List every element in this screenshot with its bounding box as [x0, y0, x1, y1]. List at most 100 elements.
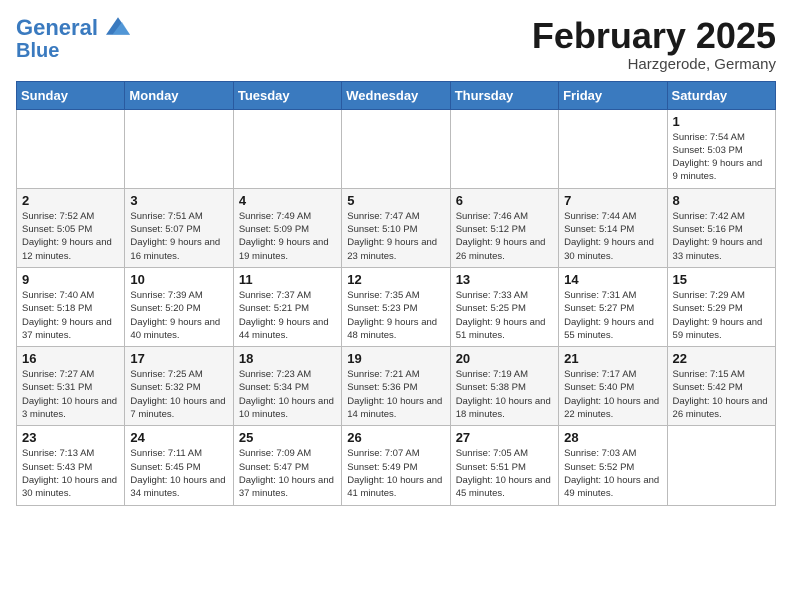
day-info: Sunrise: 7:13 AM Sunset: 5:43 PM Dayligh… — [22, 447, 119, 500]
calendar-cell: 28 Sunrise: 7:03 AM Sunset: 5:52 PM Dayli… — [559, 426, 667, 505]
day-number: 11 — [239, 272, 336, 287]
calendar-cell: 23 Sunrise: 7:13 AM Sunset: 5:43 PM Dayli… — [17, 426, 125, 505]
calendar-cell: 15 Sunrise: 7:29 AM Sunset: 5:29 PM Dayli… — [667, 267, 775, 346]
day-number: 18 — [239, 351, 336, 366]
weekday-header-wednesday: Wednesday — [342, 81, 450, 109]
day-info: Sunrise: 7:37 AM Sunset: 5:21 PM Dayligh… — [239, 289, 336, 342]
calendar-cell: 2Sunrise: 7:52 AM Sunset: 5:05 PM Daylig… — [17, 188, 125, 267]
logo: General Blue — [16, 16, 130, 62]
calendar-cell: 17 Sunrise: 7:25 AM Sunset: 5:32 PM Dayli… — [125, 347, 233, 426]
day-number: 27 — [456, 430, 553, 445]
day-info: Sunrise: 7:17 AM Sunset: 5:40 PM Dayligh… — [564, 368, 661, 421]
calendar-cell: 19 Sunrise: 7:21 AM Sunset: 5:36 PM Dayli… — [342, 347, 450, 426]
calendar-cell: 10 Sunrise: 7:39 AM Sunset: 5:20 PM Dayli… — [125, 267, 233, 346]
calendar-cell: 24Sunrise: 7:11 AM Sunset: 5:45 PM Dayli… — [125, 426, 233, 505]
day-number: 15 — [673, 272, 770, 287]
calendar-cell: 13Sunrise: 7:33 AM Sunset: 5:25 PM Dayli… — [450, 267, 558, 346]
day-info: Sunrise: 7:51 AM Sunset: 5:07 PM Dayligh… — [130, 210, 227, 263]
day-info: Sunrise: 7:52 AM Sunset: 5:05 PM Dayligh… — [22, 210, 119, 263]
logo-text: General — [16, 16, 130, 40]
day-number: 13 — [456, 272, 553, 287]
day-number: 6 — [456, 193, 553, 208]
calendar-cell — [667, 426, 775, 505]
calendar-cell: 11 Sunrise: 7:37 AM Sunset: 5:21 PM Dayli… — [233, 267, 341, 346]
day-info: Sunrise: 7:49 AM Sunset: 5:09 PM Dayligh… — [239, 210, 336, 263]
day-number: 16 — [22, 351, 119, 366]
day-info: Sunrise: 7:31 AM Sunset: 5:27 PM Dayligh… — [564, 289, 661, 342]
day-number: 22 — [673, 351, 770, 366]
weekday-header-saturday: Saturday — [667, 81, 775, 109]
weekday-header-tuesday: Tuesday — [233, 81, 341, 109]
day-number: 23 — [22, 430, 119, 445]
day-number: 10 — [130, 272, 227, 287]
weekday-header-thursday: Thursday — [450, 81, 558, 109]
day-info: Sunrise: 7:47 AM Sunset: 5:10 PM Dayligh… — [347, 210, 444, 263]
day-number: 3 — [130, 193, 227, 208]
day-info: Sunrise: 7:11 AM Sunset: 5:45 PM Dayligh… — [130, 447, 227, 500]
calendar-cell: 14 Sunrise: 7:31 AM Sunset: 5:27 PM Dayli… — [559, 267, 667, 346]
day-number: 4 — [239, 193, 336, 208]
calendar-cell: 20 Sunrise: 7:19 AM Sunset: 5:38 PM Dayli… — [450, 347, 558, 426]
calendar-cell: 21 Sunrise: 7:17 AM Sunset: 5:40 PM Dayli… — [559, 347, 667, 426]
day-number: 25 — [239, 430, 336, 445]
day-info: Sunrise: 7:09 AM Sunset: 5:47 PM Dayligh… — [239, 447, 336, 500]
calendar-cell: 16 Sunrise: 7:27 AM Sunset: 5:31 PM Dayli… — [17, 347, 125, 426]
day-info: Sunrise: 7:07 AM Sunset: 5:49 PM Dayligh… — [347, 447, 444, 500]
day-number: 20 — [456, 351, 553, 366]
calendar-week-row: 9 Sunrise: 7:40 AM Sunset: 5:18 PM Daylig… — [17, 267, 776, 346]
day-info: Sunrise: 7:05 AM Sunset: 5:51 PM Dayligh… — [456, 447, 553, 500]
day-info: Sunrise: 7:03 AM Sunset: 5:52 PM Dayligh… — [564, 447, 661, 500]
day-number: 1 — [673, 114, 770, 129]
calendar-cell: 8 Sunrise: 7:42 AM Sunset: 5:16 PM Daylig… — [667, 188, 775, 267]
calendar-cell — [17, 109, 125, 188]
day-number: 9 — [22, 272, 119, 287]
day-info: Sunrise: 7:42 AM Sunset: 5:16 PM Dayligh… — [673, 210, 770, 263]
day-info: Sunrise: 7:54 AM Sunset: 5:03 PM Dayligh… — [673, 131, 770, 184]
calendar-cell: 12 Sunrise: 7:35 AM Sunset: 5:23 PM Dayli… — [342, 267, 450, 346]
calendar-cell — [342, 109, 450, 188]
day-info: Sunrise: 7:35 AM Sunset: 5:23 PM Dayligh… — [347, 289, 444, 342]
calendar-cell: 3 Sunrise: 7:51 AM Sunset: 5:07 PM Daylig… — [125, 188, 233, 267]
calendar-week-row: 1 Sunrise: 7:54 AM Sunset: 5:03 PM Daylig… — [17, 109, 776, 188]
day-number: 12 — [347, 272, 444, 287]
day-number: 21 — [564, 351, 661, 366]
calendar-table: SundayMondayTuesdayWednesdayThursdayFrid… — [16, 81, 776, 506]
calendar-cell: 7Sunrise: 7:44 AM Sunset: 5:14 PM Daylig… — [559, 188, 667, 267]
calendar-cell: 27 Sunrise: 7:05 AM Sunset: 5:51 PM Dayli… — [450, 426, 558, 505]
day-number: 26 — [347, 430, 444, 445]
calendar-cell — [125, 109, 233, 188]
calendar-cell: 9 Sunrise: 7:40 AM Sunset: 5:18 PM Daylig… — [17, 267, 125, 346]
day-number: 8 — [673, 193, 770, 208]
day-info: Sunrise: 7:29 AM Sunset: 5:29 PM Dayligh… — [673, 289, 770, 342]
day-number: 19 — [347, 351, 444, 366]
logo-icon — [106, 17, 130, 35]
day-number: 28 — [564, 430, 661, 445]
calendar-cell: 6 Sunrise: 7:46 AM Sunset: 5:12 PM Daylig… — [450, 188, 558, 267]
weekday-header-friday: Friday — [559, 81, 667, 109]
calendar-week-row: 23 Sunrise: 7:13 AM Sunset: 5:43 PM Dayli… — [17, 426, 776, 505]
calendar-week-row: 16 Sunrise: 7:27 AM Sunset: 5:31 PM Dayli… — [17, 347, 776, 426]
weekday-header-monday: Monday — [125, 81, 233, 109]
calendar-cell: 22 Sunrise: 7:15 AM Sunset: 5:42 PM Dayli… — [667, 347, 775, 426]
day-info: Sunrise: 7:21 AM Sunset: 5:36 PM Dayligh… — [347, 368, 444, 421]
weekday-header-row: SundayMondayTuesdayWednesdayThursdayFrid… — [17, 81, 776, 109]
calendar-cell: 1 Sunrise: 7:54 AM Sunset: 5:03 PM Daylig… — [667, 109, 775, 188]
weekday-header-sunday: Sunday — [17, 81, 125, 109]
day-info: Sunrise: 7:40 AM Sunset: 5:18 PM Dayligh… — [22, 289, 119, 342]
day-info: Sunrise: 7:46 AM Sunset: 5:12 PM Dayligh… — [456, 210, 553, 263]
page-header: General Blue February 2025 Harzgerode, G… — [16, 16, 776, 73]
calendar-week-row: 2Sunrise: 7:52 AM Sunset: 5:05 PM Daylig… — [17, 188, 776, 267]
day-number: 17 — [130, 351, 227, 366]
day-info: Sunrise: 7:19 AM Sunset: 5:38 PM Dayligh… — [456, 368, 553, 421]
calendar-cell: 25 Sunrise: 7:09 AM Sunset: 5:47 PM Dayli… — [233, 426, 341, 505]
calendar-cell — [233, 109, 341, 188]
day-info: Sunrise: 7:25 AM Sunset: 5:32 PM Dayligh… — [130, 368, 227, 421]
day-info: Sunrise: 7:15 AM Sunset: 5:42 PM Dayligh… — [673, 368, 770, 421]
calendar-cell — [559, 109, 667, 188]
day-number: 14 — [564, 272, 661, 287]
day-info: Sunrise: 7:39 AM Sunset: 5:20 PM Dayligh… — [130, 289, 227, 342]
day-info: Sunrise: 7:23 AM Sunset: 5:34 PM Dayligh… — [239, 368, 336, 421]
logo-blue-text: Blue — [16, 40, 130, 62]
day-number: 5 — [347, 193, 444, 208]
day-info: Sunrise: 7:27 AM Sunset: 5:31 PM Dayligh… — [22, 368, 119, 421]
